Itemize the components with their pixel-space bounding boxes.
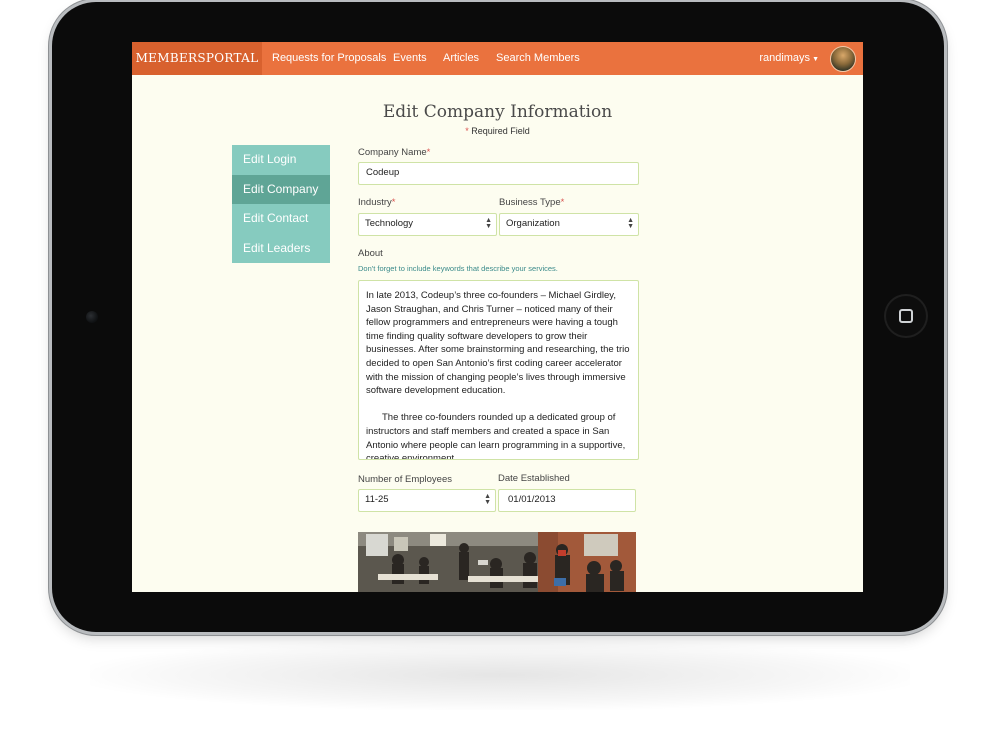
business-type-select[interactable]: Organization ▲ ▼: [499, 213, 639, 236]
select-arrows-icon: ▲ ▼: [627, 217, 634, 230]
company-name-label-text: Company Name: [358, 147, 427, 158]
side-nav-edit-contact[interactable]: Edit Contact: [232, 204, 330, 234]
employees-select[interactable]: 11-25 ▲ ▼: [358, 489, 496, 512]
date-established-input[interactable]: 01/01/2013: [498, 489, 636, 512]
brand-logo[interactable]: MEMBERSPORTAL: [132, 42, 262, 75]
about-hint: Don't forget to include keywords that de…: [358, 264, 558, 273]
required-asterisk: *: [560, 197, 565, 208]
required-field-text: Required Field: [471, 126, 530, 136]
industry-label-text: Industry: [358, 197, 392, 208]
select-arrows-icon: ▲ ▼: [485, 217, 492, 230]
business-type-selected-value: Organization: [506, 218, 560, 229]
company-photo-image: [358, 532, 636, 592]
avatar[interactable]: [830, 46, 856, 72]
required-field-note: * Required Field: [132, 126, 863, 136]
user-menu-dropdown[interactable]: randimays ▼: [759, 42, 819, 75]
side-nav-edit-login[interactable]: Edit Login: [232, 145, 330, 175]
industry-selected-value: Technology: [365, 218, 414, 229]
about-label: About: [358, 248, 383, 259]
required-asterisk: *: [465, 126, 469, 136]
nav-link-search-members[interactable]: Search Members: [496, 42, 580, 75]
top-navbar: MEMBERSPORTAL Requests for Proposals Eve…: [132, 42, 863, 75]
select-arrows-icon: ▲ ▼: [484, 493, 491, 506]
camera-icon: [86, 311, 98, 323]
employees-label: Number of Employees: [358, 474, 452, 485]
company-name-label: Company Name*: [358, 147, 430, 158]
nav-link-articles[interactable]: Articles: [443, 42, 479, 75]
side-nav-edit-company[interactable]: Edit Company: [232, 174, 330, 204]
page-title: Edit Company Information: [382, 102, 613, 122]
about-textarea[interactable]: In late 2013, Codeup’s three co-founders…: [358, 280, 639, 460]
device-shadow: [90, 640, 910, 710]
industry-label: Industry*: [358, 197, 396, 208]
business-type-label: Business Type*: [499, 197, 564, 208]
company-photo: [358, 532, 636, 592]
date-established-label: Date Established: [498, 473, 570, 484]
business-type-label-text: Business Type: [499, 197, 561, 208]
industry-select[interactable]: Technology ▲ ▼: [358, 213, 497, 236]
employees-selected-value: 11-25: [365, 494, 389, 505]
nav-link-events[interactable]: Events: [393, 42, 427, 75]
home-square-icon: [899, 309, 913, 323]
app-screen: MEMBERSPORTAL Requests for Proposals Eve…: [132, 42, 863, 592]
side-nav-edit-leaders[interactable]: Edit Leaders: [232, 234, 330, 264]
required-asterisk: *: [391, 197, 396, 208]
required-asterisk: *: [426, 147, 431, 158]
nav-link-requests-for-proposals[interactable]: Requests for Proposals: [272, 42, 386, 75]
username-label: randimays: [759, 52, 811, 64]
about-paragraph: The three co-founders rounded up a dedic…: [366, 412, 626, 460]
company-name-input[interactable]: Codeup: [358, 162, 639, 185]
about-paragraph: In late 2013, Codeup’s three co-founders…: [366, 290, 630, 397]
settings-side-nav: Edit Login Edit Company Edit Contact Edi…: [232, 145, 330, 263]
home-button[interactable]: [884, 294, 928, 338]
caret-down-icon: ▼: [812, 56, 819, 63]
